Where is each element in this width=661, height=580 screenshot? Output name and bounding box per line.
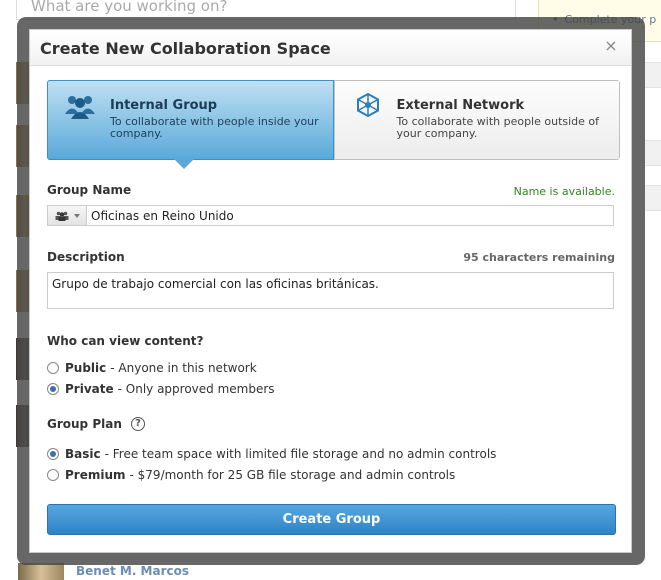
description-label: Description [47,250,125,264]
user-name-link[interactable]: Benet M. Marcos [76,564,189,578]
group-plan-label: Group Plan [47,417,122,431]
group-name-input[interactable] [87,205,614,226]
chevron-down-icon [73,213,80,218]
basic-radio[interactable] [47,448,59,460]
characters-remaining: 95 characters remaining [463,251,615,264]
plan-option-premium[interactable]: Premium - $79/month for 25 GB file stora… [47,468,455,482]
side-block [645,185,661,211]
user-avatar[interactable] [18,563,64,580]
group-name-row [47,205,614,226]
group-type-selector: Internal Group To collaborate with peopl… [47,80,620,169]
group-icon [55,211,68,221]
public-option-name: Public [65,361,107,375]
network-icon [355,92,381,122]
plan-option-basic[interactable]: Basic - Free team space with limited fil… [47,447,496,461]
public-radio[interactable] [47,362,59,374]
external-network-option[interactable]: External Network To collaborate with peo… [333,81,619,159]
premium-option-name: Premium [65,468,126,482]
premium-option-detail: - $79/month for 25 GB file storage and a… [129,468,456,482]
help-icon[interactable]: ? [131,417,145,431]
people-icon [63,94,97,124]
external-network-description: To collaborate with people outside of yo… [396,115,600,140]
basic-option-name: Basic [65,447,101,461]
basic-option-detail: - Free team space with limited file stor… [104,447,497,461]
internal-group-option[interactable]: Internal Group To collaborate with peopl… [47,80,334,169]
description-textarea[interactable]: Grupo de trabajo comercial con las ofici… [47,272,614,309]
group-name-label: Group Name [47,183,132,197]
private-option-name: Private [65,382,114,396]
internal-group-description: To collaborate with people inside your c… [110,115,319,140]
visibility-option-private[interactable]: Private - Only approved members [47,382,275,396]
side-block [645,140,661,166]
private-radio[interactable] [47,383,59,395]
visibility-option-public[interactable]: Public - Anyone in this network [47,361,257,375]
private-option-detail: - Only approved members [117,382,275,396]
dialog-header: Create New Collaboration Space × [30,30,631,66]
close-icon[interactable]: × [603,38,619,54]
external-network-title: External Network [396,98,525,113]
visibility-label: Who can view content? [47,334,204,348]
side-block [645,62,661,88]
create-group-button[interactable]: Create Group [47,504,616,535]
public-option-detail: - Anyone in this network [110,361,257,375]
name-availability-status: Name is available. [513,185,615,198]
dialog-title: Create New Collaboration Space [40,39,331,58]
create-space-dialog: Create New Collaboration Space × Interna… [29,29,632,553]
group-icon-picker[interactable] [47,205,87,226]
premium-radio[interactable] [47,469,59,481]
internal-group-title: Internal Group [110,98,218,113]
